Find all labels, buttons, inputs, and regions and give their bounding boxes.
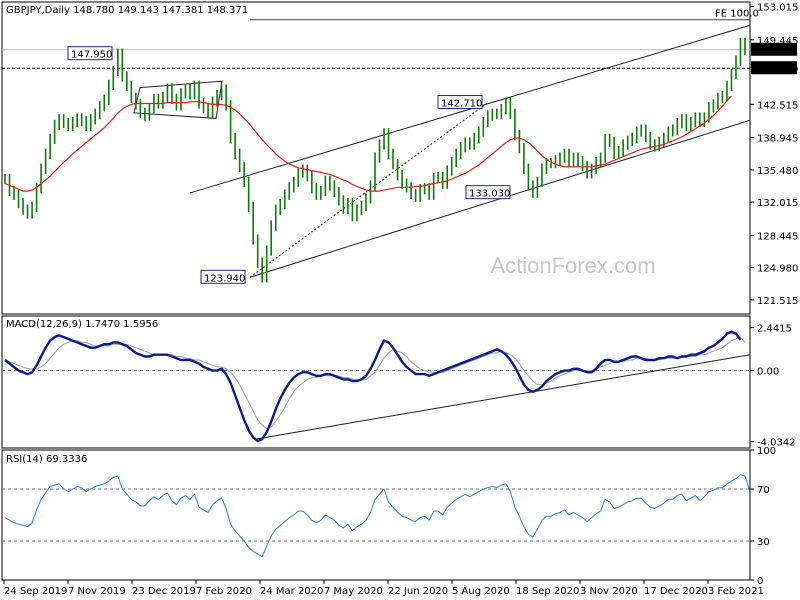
x-tick-label: 3 Feb 2021: [708, 586, 764, 597]
rsi-line: [4, 474, 750, 558]
y-tick-label: 138.945: [757, 134, 798, 145]
x-tick-label: 5 Aug 2020: [452, 586, 510, 597]
y-tick-label: 30: [757, 537, 770, 548]
watermark: ActionForex.com: [490, 253, 655, 278]
panel-frame-2: [1, 315, 751, 449]
price-annotation-label: 147.950: [71, 50, 112, 61]
macd-line: [4, 330, 742, 443]
x-tick-label: 7 Nov 2019: [68, 586, 126, 597]
x-tick-label: 23 Dec 2019: [132, 586, 196, 597]
chart-canvas: ActionForex.com 147.950 142.710 133.030 123…: [1, 1, 798, 597]
y-tick-label: 132.015: [757, 198, 798, 209]
y-tick-label: 2.4415: [757, 324, 792, 335]
y-tick-label: 121.515: [757, 296, 798, 307]
y-tick-label: 70: [757, 485, 770, 496]
fe-label: FE 100.0: [715, 9, 759, 20]
rsi-title: RSI(14) 69.3336: [6, 454, 87, 465]
y-tick-label: 142.515: [757, 100, 798, 111]
x-tick-label: 24 Mar 2020: [260, 586, 323, 597]
y-tick-label: 135.480: [757, 166, 798, 177]
price-annotation-label: 133.030: [469, 189, 510, 200]
symbol-header: GBPJPY,Daily 148.780 149.143 147.381 148…: [6, 5, 248, 16]
y-tick-label: 0.00: [757, 367, 779, 378]
x-tick-label: 17 Dec 2020: [644, 586, 708, 597]
x-tick-label: 7 Feb 2020: [196, 586, 252, 597]
x-tick-label: 24 Sep 2019: [4, 586, 67, 597]
macd-title: MACD(12,26,9) 1.7470 1.5956: [6, 319, 158, 330]
x-tick-label: 18 Sep 2020: [516, 586, 579, 597]
current-price-label: 148.371: [757, 46, 798, 57]
y-tick-label: 128.445: [757, 231, 798, 242]
price-annotation-label: 123.940: [204, 273, 245, 284]
y-tick-label: 149.445: [757, 36, 798, 47]
projection-line: [249, 102, 489, 278]
x-tick-label: 22 Jun 2020: [388, 586, 448, 597]
panel-frame-3: [1, 449, 751, 581]
macd-trend-line: [254, 354, 751, 440]
macd-signal-line: [4, 336, 746, 430]
chart-window: ActionForex.com 147.950 142.710 133.030 123…: [0, 0, 800, 600]
y-tick-label: 153.015: [757, 3, 798, 14]
x-tick-label: 7 May 2020: [324, 586, 383, 597]
y-tick-label: 100: [757, 446, 776, 457]
price-annotation-label: 142.710: [441, 98, 482, 109]
reference-price-label: 146.390: [757, 64, 798, 75]
x-tick-label: 3 Nov 2020: [580, 586, 638, 597]
y-tick-label: 124.980: [757, 264, 798, 275]
